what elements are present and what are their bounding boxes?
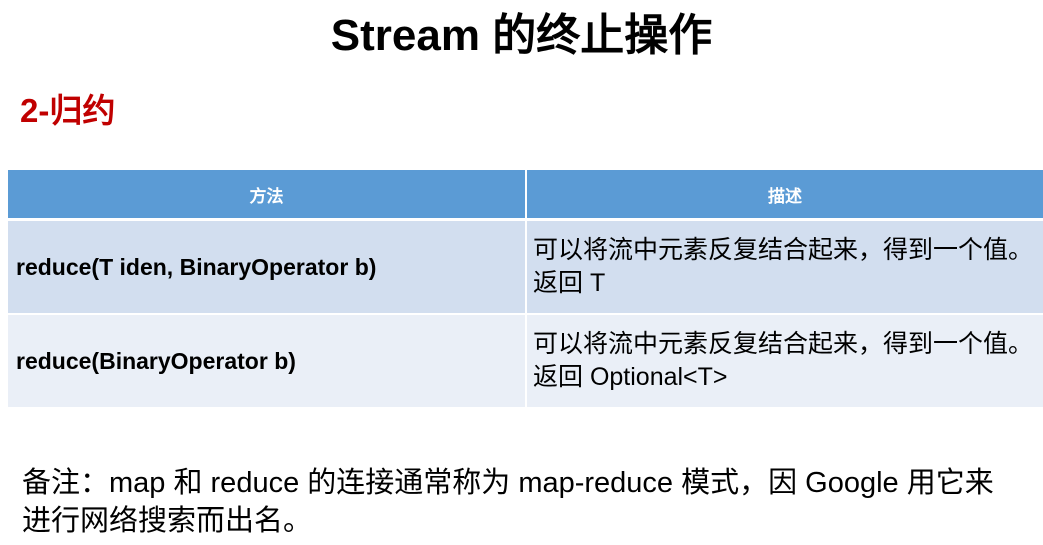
table-row: reduce(T iden, BinaryOperator b) 可以将流中元素… [8,219,1043,315]
section-heading: 2-归约 [20,92,116,129]
slide-title: Stream 的终止操作 [330,11,713,60]
column-header-method: 方法 [8,170,527,221]
column-header-description: 描述 [526,170,1043,221]
method-cell: reduce(BinaryOperator b) [8,314,527,409]
method-cell: reduce(T iden, BinaryOperator b) [8,219,527,315]
method-table: 方法 描述 reduce(T iden, BinaryOperator b) 可… [8,170,1043,409]
description-cell: 可以将流中元素反复结合起来，得到一个值。返回 T [526,219,1043,315]
table-row: reduce(BinaryOperator b) 可以将流中元素反复结合起来，得… [8,314,1043,409]
table-header-row: 方法 描述 [8,170,1043,221]
description-cell: 可以将流中元素反复结合起来，得到一个值。返回 Optional<T> [526,314,1043,409]
footnote: 备注：map 和 reduce 的连接通常称为 map-reduce 模式，因 … [22,467,994,537]
